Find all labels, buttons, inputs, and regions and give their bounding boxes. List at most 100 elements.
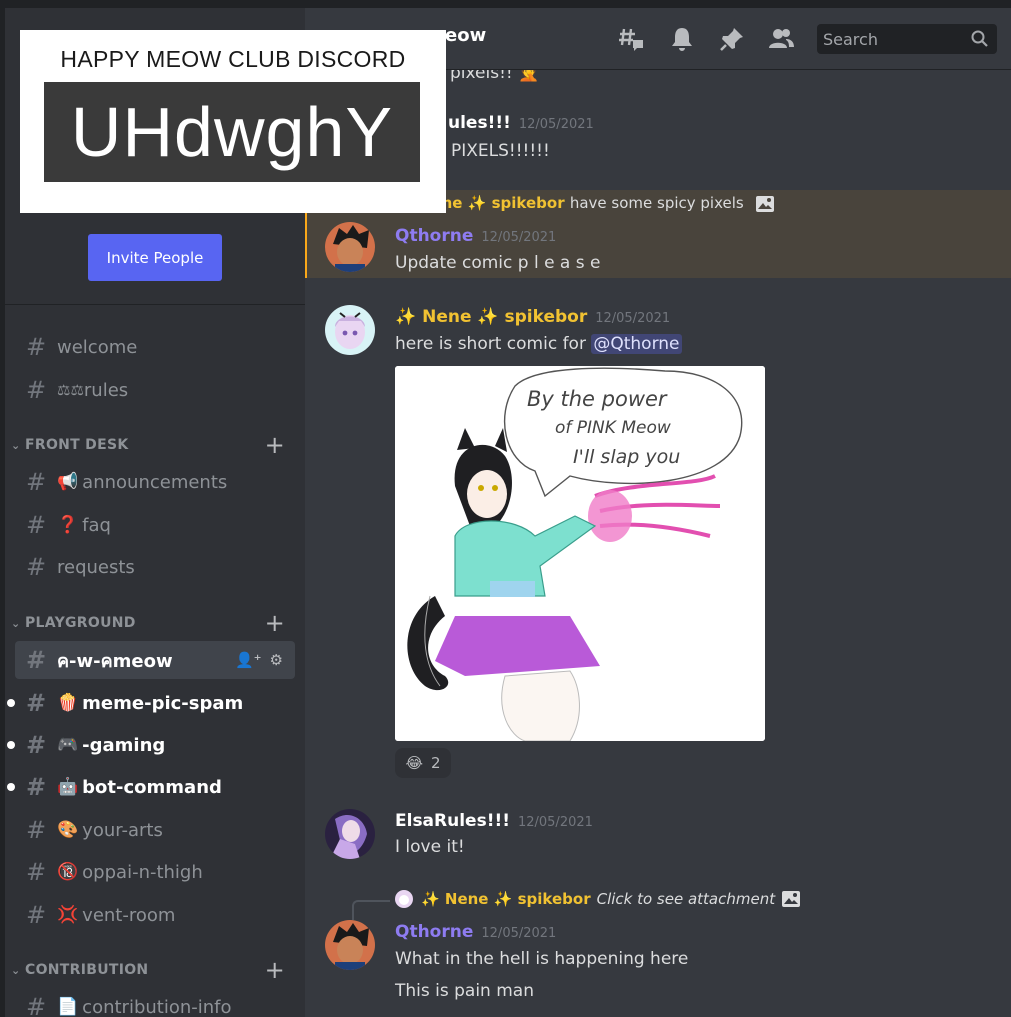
message-header[interactable]: ElsaRules!!! 12/05/2021 bbox=[395, 811, 593, 831]
channel-rules[interactable]: # ⚖⚖ rules bbox=[15, 371, 295, 409]
avatar-nene[interactable] bbox=[325, 305, 375, 355]
reply-text: have some spicy pixels bbox=[569, 194, 744, 212]
bubble-line-1: By the power bbox=[527, 387, 668, 411]
channel-label: meme-pic-spam bbox=[82, 692, 244, 714]
gamepad-emoji: 🎮 bbox=[57, 735, 79, 755]
channel-welcome[interactable]: # welcome bbox=[15, 328, 295, 366]
chevron-down-icon: ⌄ bbox=[11, 438, 21, 452]
message-timestamp: 12/05/2021 bbox=[481, 230, 557, 245]
author-name[interactable]: ✨ Nene ✨ spikebor bbox=[395, 307, 587, 327]
invite-code: UHdwghY bbox=[44, 82, 420, 182]
member-list-icon[interactable] bbox=[767, 25, 795, 53]
scales-emoji: ⚖⚖ bbox=[57, 381, 84, 399]
message-header[interactable]: Qthorne 12/05/2021 bbox=[395, 922, 556, 942]
author-name[interactable]: Qthorne bbox=[395, 922, 473, 942]
message-header[interactable]: Qthorne 12/05/2021 bbox=[395, 226, 556, 246]
nsfw-hash-icon: # bbox=[25, 858, 47, 886]
bell-icon[interactable] bbox=[668, 25, 696, 53]
unread-indicator bbox=[7, 699, 15, 707]
search-box[interactable] bbox=[817, 24, 997, 54]
channel-vent-room[interactable]: # 💢 vent-room bbox=[15, 896, 295, 934]
image-icon bbox=[755, 195, 774, 212]
channel-faq[interactable]: # ❓ faq bbox=[15, 506, 295, 544]
server-invite-banner: HAPPY MEOW CLUB DISCORD UHdwghY bbox=[20, 30, 446, 213]
channel-requests[interactable]: # requests bbox=[15, 548, 295, 586]
window-top-border bbox=[0, 0, 1011, 8]
category-label: PLAYGROUND bbox=[25, 615, 136, 631]
channel-label: -gaming bbox=[82, 734, 166, 756]
avatar-qthorne[interactable] bbox=[325, 222, 375, 272]
hash-icon: # bbox=[25, 333, 47, 361]
image-icon bbox=[782, 891, 801, 907]
message-text: What in the hell is happening here bbox=[395, 949, 689, 969]
channel-label: requests bbox=[57, 556, 135, 578]
user-mention[interactable]: @Qthorne bbox=[591, 334, 682, 354]
banner-title: HAPPY MEOW CLUB DISCORD bbox=[60, 46, 406, 72]
author-name[interactable]: ElsaRules!!! bbox=[395, 811, 510, 831]
gear-icon[interactable]: ⚙ bbox=[270, 651, 283, 669]
channel-label: bot-command bbox=[82, 776, 222, 798]
reply-preview[interactable]: ✨ Nene ✨ spikebor have some spicy pixels bbox=[395, 194, 775, 213]
reply-author[interactable]: ✨ Nene ✨ spikebor bbox=[421, 890, 591, 908]
channel-bot-command[interactable]: # 🤖 bot-command bbox=[7, 768, 295, 806]
page-emoji: 📄 bbox=[57, 997, 79, 1017]
threads-icon[interactable] bbox=[618, 25, 646, 53]
add-channel-icon[interactable]: + bbox=[265, 609, 285, 637]
invite-people-button[interactable]: Invite People bbox=[88, 234, 222, 281]
laughing-emoji: 😂 bbox=[405, 754, 423, 772]
author-name[interactable]: Qthorne bbox=[395, 226, 473, 246]
hash-icon: # bbox=[25, 773, 47, 801]
category-label: FRONT DESK bbox=[25, 437, 129, 453]
chevron-down-icon: ⌄ bbox=[11, 963, 21, 977]
message-text: This is pain man bbox=[395, 981, 534, 1001]
message-header[interactable]: ✨ Nene ✨ spikebor 12/05/2021 bbox=[395, 307, 670, 327]
comic-illustration: By the power of PINK Meow I'll slap you bbox=[395, 366, 765, 741]
palette-emoji: 🎨 bbox=[57, 820, 79, 840]
hash-icon: # bbox=[25, 646, 47, 674]
category-playground[interactable]: ⌄ PLAYGROUND + bbox=[11, 609, 295, 637]
comic-attachment-image[interactable]: By the power of PINK Meow I'll slap you bbox=[395, 366, 765, 741]
channel-gaming[interactable]: # 🎮 -gaming bbox=[7, 726, 295, 764]
channel-meme-pic-spam[interactable]: # 🍿 meme-pic-spam bbox=[7, 684, 295, 722]
message-author[interactable]: ules!!! 12/05/2021 bbox=[448, 113, 594, 133]
category-front-desk[interactable]: ⌄ FRONT DESK + bbox=[11, 431, 295, 459]
bubble-line-3: I'll slap you bbox=[573, 446, 680, 468]
reply-connector bbox=[352, 900, 390, 920]
message-text: PIXELS!!!!!! bbox=[451, 141, 550, 161]
hash-icon: # bbox=[25, 901, 47, 929]
author-name[interactable]: ules!!! bbox=[448, 113, 511, 133]
hash-icon: # bbox=[25, 376, 47, 404]
avatar-image bbox=[325, 305, 375, 355]
hash-icon: # bbox=[25, 553, 47, 581]
search-input[interactable] bbox=[823, 29, 963, 49]
add-channel-icon[interactable]: + bbox=[265, 431, 285, 459]
hash-icon: # bbox=[25, 511, 47, 539]
channel-your-arts[interactable]: # 🎨 your-arts bbox=[15, 811, 295, 849]
invite-member-icon[interactable]: 👤⁺ bbox=[235, 651, 262, 669]
reply-text[interactable]: Click to see attachment bbox=[597, 890, 776, 908]
category-contribution[interactable]: ⌄ CONTRIBUTION + bbox=[11, 956, 295, 984]
avatar-elsarules[interactable] bbox=[325, 809, 375, 859]
channel-contribution-info[interactable]: # 📄 contribution-info bbox=[15, 988, 295, 1017]
channel-aw-meow-active[interactable]: # ค-w-คmeow 👤⁺ ⚙ bbox=[15, 641, 295, 679]
hash-icon: # bbox=[25, 731, 47, 759]
reaction-laughing[interactable]: 😂 2 bbox=[395, 748, 451, 778]
chevron-down-icon: ⌄ bbox=[11, 616, 21, 630]
channel-title: eow bbox=[445, 25, 487, 46]
message-timestamp: 12/05/2021 bbox=[595, 311, 671, 326]
reaction-count: 2 bbox=[430, 754, 441, 772]
sidebar-divider bbox=[5, 304, 305, 305]
channel-label: contribution-info bbox=[82, 996, 232, 1017]
no-under-18-emoji: 🔞 bbox=[57, 862, 79, 882]
channel-announcements[interactable]: # 📢 announcements bbox=[15, 463, 295, 501]
channel-oppai-n-thigh[interactable]: # 🔞 oppai-n-thigh bbox=[15, 853, 295, 891]
hash-icon: # bbox=[25, 816, 47, 844]
avatar-image bbox=[325, 809, 375, 859]
avatar-qthorne[interactable] bbox=[325, 920, 375, 970]
reply-preview[interactable]: ✨ Nene ✨ spikebor Click to see attachmen… bbox=[395, 890, 801, 908]
category-label: CONTRIBUTION bbox=[25, 962, 149, 978]
hash-icon: # bbox=[25, 689, 47, 717]
channel-label: ค-w-คmeow bbox=[57, 650, 173, 672]
pin-icon[interactable] bbox=[718, 25, 746, 53]
add-channel-icon[interactable]: + bbox=[265, 956, 285, 984]
